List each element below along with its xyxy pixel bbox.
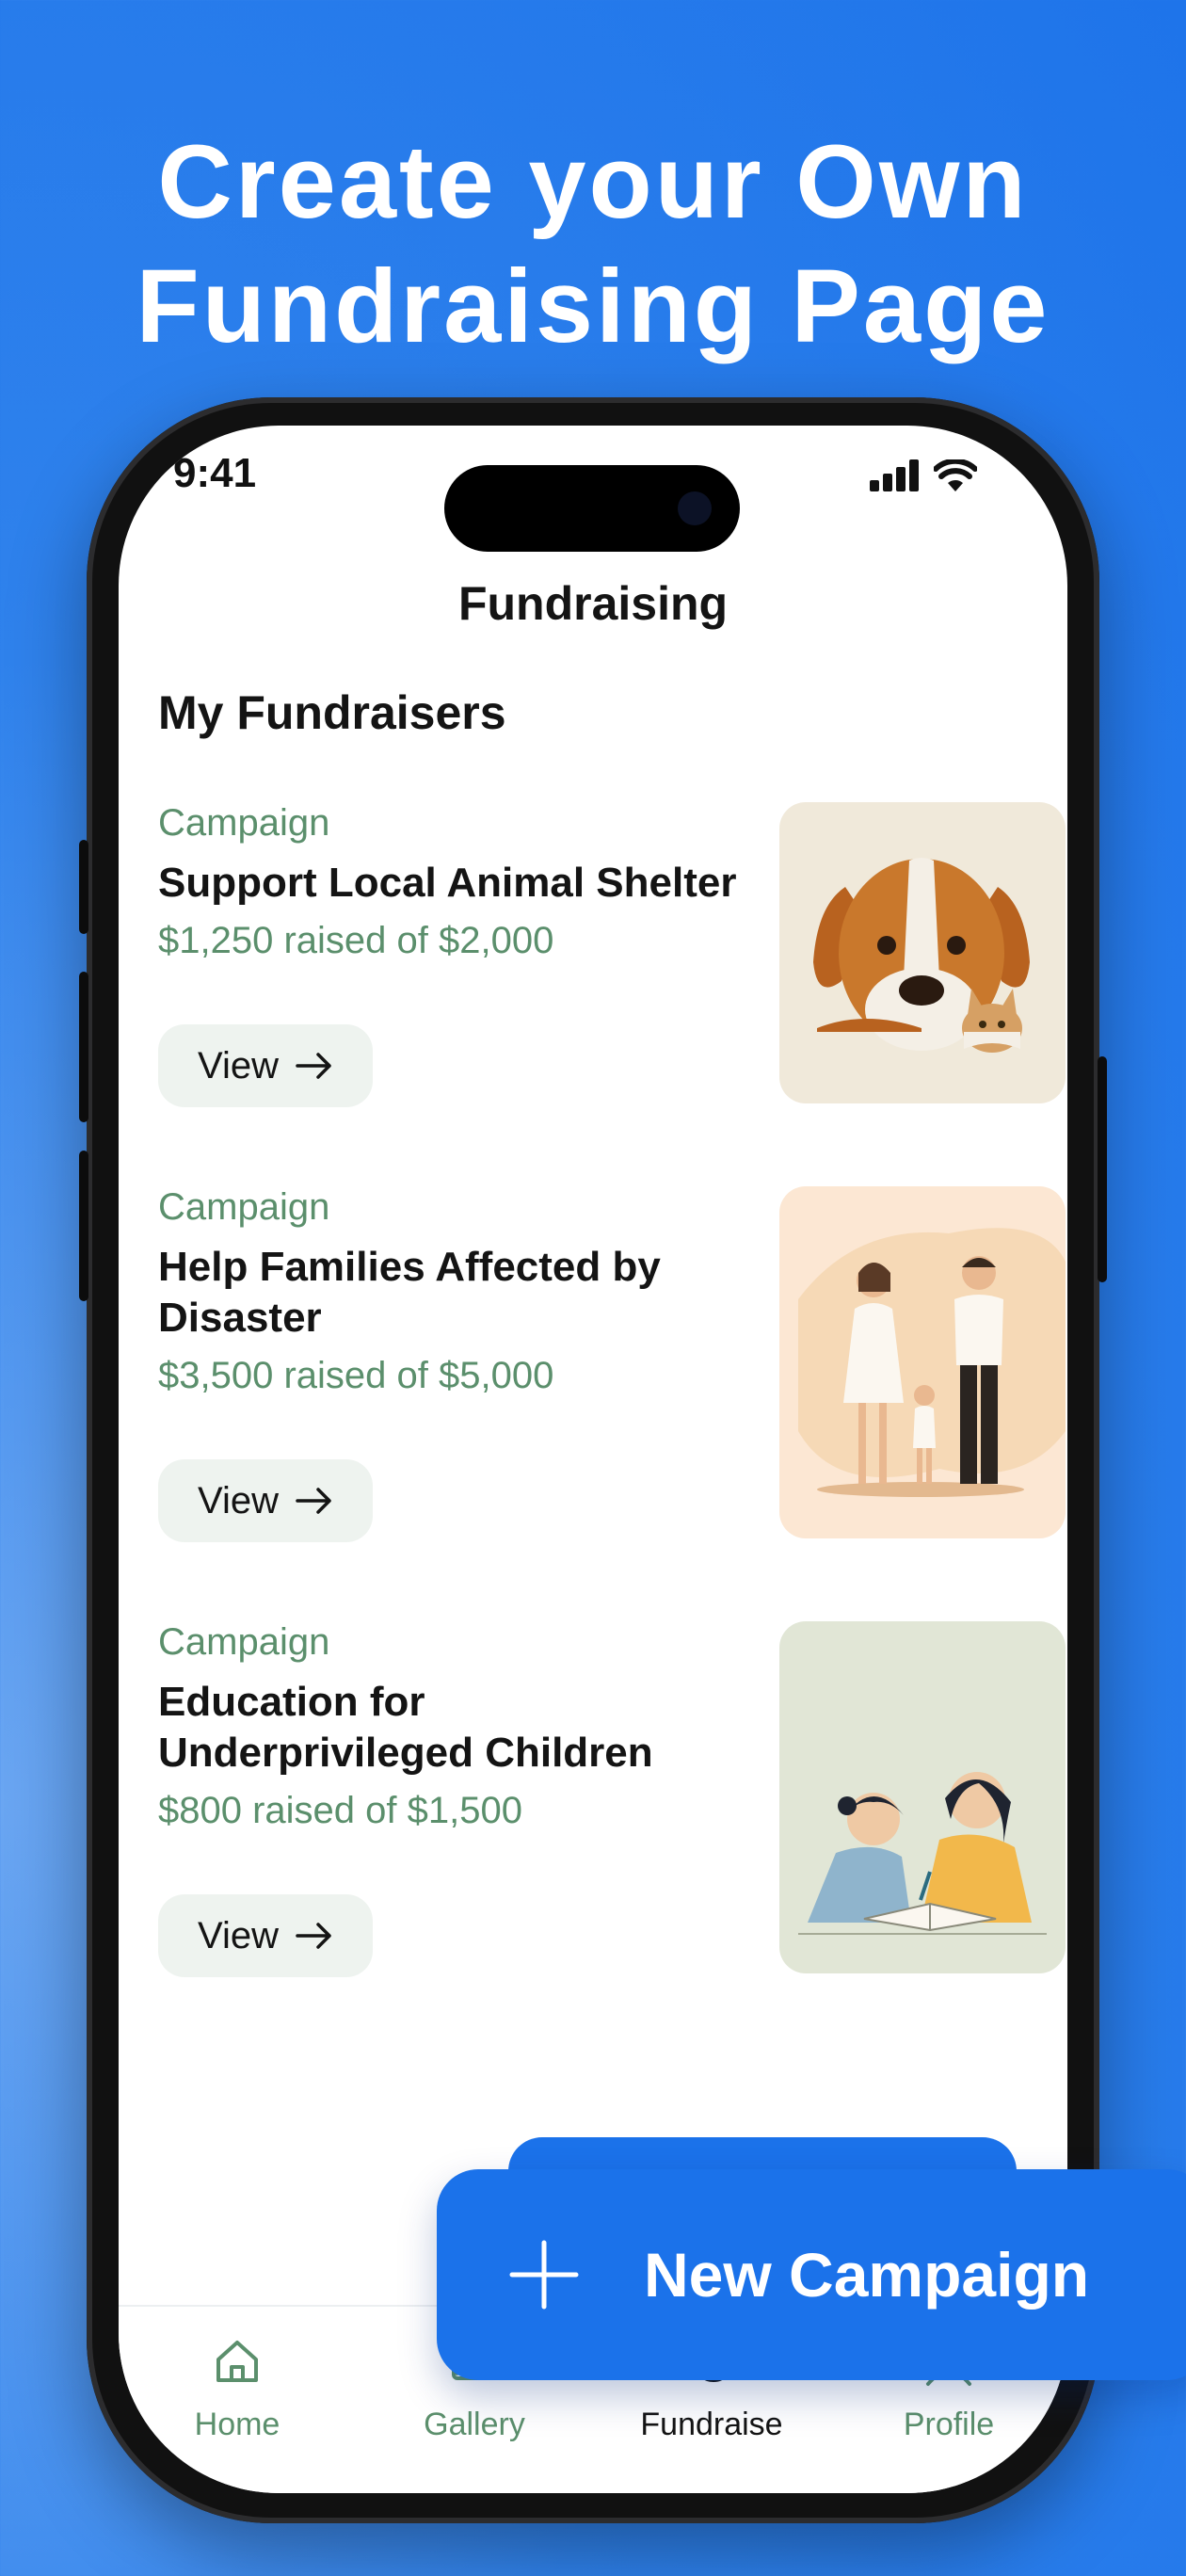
promo-headline: Create your Own Fundraising Page: [0, 121, 1186, 369]
status-time: 9:41: [173, 450, 257, 496]
tab-home-label: Home: [194, 2407, 280, 2442]
campaign-name: Help Families Affected by Disaster: [158, 1244, 661, 1341]
campaign-card: Campaign Support Local Animal Shelter $1…: [158, 802, 1066, 1113]
dynamic-island: [444, 465, 740, 552]
family-illustration: [779, 1186, 1066, 1538]
view-button[interactable]: View: [158, 1894, 373, 1977]
dog-and-cat-illustration: [779, 802, 1066, 1103]
headline-line-1: Create your Own: [157, 124, 1029, 240]
section-title: My Fundraisers: [158, 686, 506, 739]
view-button-label: View: [198, 1044, 279, 1087]
page-title: Fundraising: [457, 577, 729, 630]
view-button-label: View: [198, 1479, 279, 1521]
home-icon: [216, 2341, 258, 2382]
tab-home[interactable]: Home: [129, 2307, 345, 2493]
campaign-card: Campaign Education for Underprivileged C…: [158, 1621, 1066, 1979]
children-studying-illustration: [779, 1621, 1066, 1973]
view-button[interactable]: View: [158, 1024, 373, 1107]
tab-profile-label: Profile: [903, 2407, 995, 2442]
view-button[interactable]: View: [158, 1459, 373, 1542]
new-campaign-button[interactable]: New Campaign: [437, 2169, 1186, 2380]
headline-line-2: Fundraising Page: [136, 249, 1050, 364]
arrow-right-icon: [296, 1923, 331, 1949]
wifi-icon: [934, 459, 977, 491]
campaign-name: Support Local Animal Shelter: [158, 860, 737, 906]
camera-icon: [678, 491, 712, 525]
cellular-signal-icon: [870, 459, 919, 491]
arrow-right-icon: [296, 1053, 331, 1079]
tab-gallery-label: Gallery: [424, 2407, 525, 2442]
arrow-right-icon: [296, 1488, 331, 1514]
campaign-card: Campaign Help Families Affected by Disas…: [158, 1186, 1066, 1544]
tab-fundraise-label: Fundraise: [640, 2407, 783, 2442]
new-campaign-label: New Campaign: [644, 2240, 1090, 2310]
campaign-name: Education for Underprivileged Children: [158, 1679, 653, 1776]
view-button-label: View: [198, 1914, 279, 1956]
plus-icon: [509, 2240, 579, 2310]
